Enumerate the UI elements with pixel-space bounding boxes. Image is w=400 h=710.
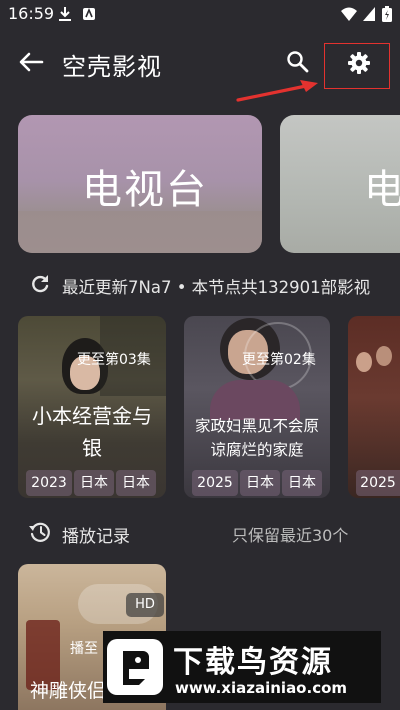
episode-badge: 更至第03集 bbox=[77, 352, 151, 368]
media-title: 小本经营金与 bbox=[32, 404, 152, 428]
app-notification-icon bbox=[83, 7, 95, 20]
playback-progress: 播至 bbox=[70, 641, 98, 657]
region-tag: 日本 bbox=[282, 470, 322, 496]
recent-update-text: 最近更新7Na7 • 本节点共132901部影视 bbox=[62, 278, 371, 297]
status-bar: 16:59 bbox=[0, 0, 400, 28]
signal-icon bbox=[363, 7, 375, 21]
wifi-icon bbox=[341, 7, 357, 21]
hd-badge: HD bbox=[126, 593, 164, 617]
category-label: 电 bbox=[364, 167, 400, 213]
history-note: 只保留最近30个 bbox=[232, 526, 349, 545]
region-tag: 日本 bbox=[240, 470, 280, 496]
refresh-icon[interactable] bbox=[30, 274, 50, 294]
search-icon[interactable] bbox=[286, 50, 310, 74]
status-time: 16:59 bbox=[8, 4, 55, 23]
media-title: 家政妇黑见不会原 bbox=[194, 417, 319, 435]
watermark-banner: 下载鸟资源 www.xiazainiao.com bbox=[103, 631, 381, 703]
history-icon bbox=[29, 522, 50, 542]
category-card-next[interactable]: 电 bbox=[280, 115, 400, 253]
annotation-arrow bbox=[236, 80, 318, 102]
media-title: 银 bbox=[82, 436, 102, 460]
category-label: 电视台 bbox=[82, 167, 208, 213]
battery-icon bbox=[382, 6, 392, 22]
year-tag: 2025 bbox=[356, 470, 400, 496]
download-icon bbox=[59, 7, 71, 21]
back-arrow-icon[interactable] bbox=[18, 51, 44, 73]
media-title: 谅腐烂的家庭 bbox=[210, 441, 304, 459]
year-tag: 2025 bbox=[192, 470, 238, 496]
region-tag: 日本 bbox=[116, 470, 156, 496]
watermark-name: 下载鸟资源 bbox=[173, 645, 333, 680]
gear-icon[interactable] bbox=[347, 51, 371, 75]
region-tag: 日本 bbox=[74, 470, 114, 496]
page-title: 空壳影视 bbox=[62, 53, 162, 81]
year-tag: 2023 bbox=[26, 470, 72, 496]
episode-badge: 更至第02集 bbox=[242, 352, 316, 368]
bird-logo-icon bbox=[123, 651, 149, 685]
history-title: 播放记录 bbox=[62, 527, 130, 547]
watermark-url: www.xiazainiao.com bbox=[175, 679, 348, 697]
history-item-title: 神雕侠侣 bbox=[30, 680, 107, 702]
watermark-logo bbox=[107, 639, 163, 695]
category-card-tv[interactable]: 电视台 bbox=[18, 115, 262, 253]
